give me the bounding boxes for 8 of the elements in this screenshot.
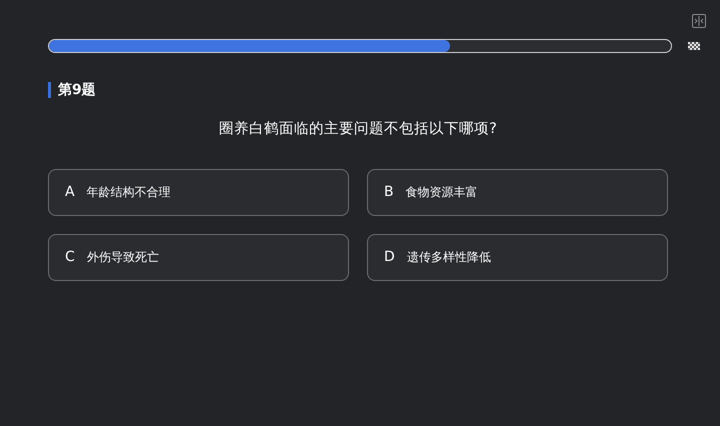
answer-option[interactable]: B 食物资源丰富 bbox=[367, 168, 668, 216]
answer-option[interactable]: C 外伤导致死亡 bbox=[48, 234, 349, 281]
question-number: 第9题 bbox=[48, 82, 96, 98]
checkered-flag-icon bbox=[688, 42, 700, 50]
answer-option[interactable]: A 年龄结构不合理 bbox=[48, 168, 349, 216]
question-text: 圈养白鹤面临的主要问题不包括以下哪项? bbox=[218, 120, 498, 139]
answer-option[interactable]: D 遗传多样性降低 bbox=[367, 234, 668, 281]
fullscreen-exit-icon[interactable] bbox=[692, 14, 706, 28]
